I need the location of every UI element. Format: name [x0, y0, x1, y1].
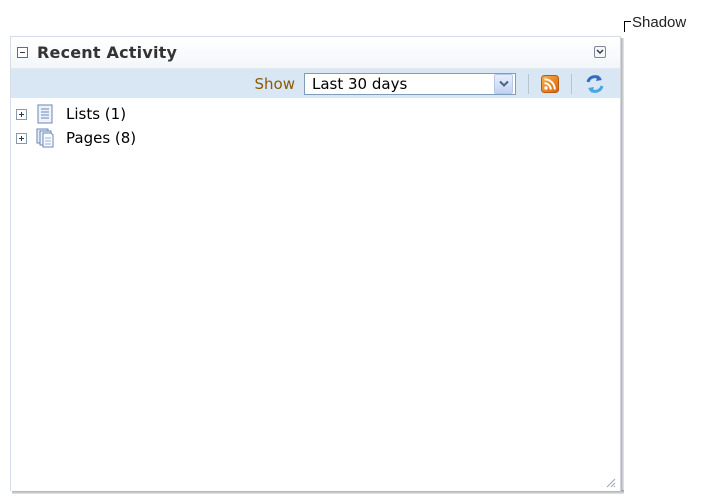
date-range-value: Last 30 days [312, 74, 408, 93]
chevron-down-icon [596, 49, 604, 55]
rss-feed-icon[interactable] [541, 74, 559, 93]
dropdown-arrow-button[interactable] [494, 73, 513, 94]
activity-tree: Lists (1) Pages (8) [11, 98, 620, 150]
shadow-annotation-label: Shadow [632, 14, 687, 31]
show-label: Show [254, 74, 295, 93]
expand-plus-icon[interactable] [16, 108, 27, 120]
callout-marker [624, 21, 631, 32]
shadow-annotation: Shadow [624, 14, 686, 32]
list-document-icon [37, 104, 53, 124]
tree-item-label[interactable]: Pages (8) [66, 129, 136, 147]
chevron-down-icon [498, 80, 509, 87]
panel-toolbar: Show Last 30 days [11, 69, 620, 98]
tree-item-lists[interactable]: Lists (1) [11, 102, 620, 126]
tree-item-pages[interactable]: Pages (8) [11, 126, 620, 150]
toolbar-separator [528, 73, 529, 94]
pages-stack-icon [36, 128, 54, 148]
date-range-select[interactable]: Last 30 days [304, 72, 516, 95]
refresh-icon[interactable] [584, 73, 606, 95]
toolbar-separator [571, 73, 572, 94]
resize-grip-icon[interactable] [604, 476, 616, 488]
panel-menu-button[interactable] [594, 46, 606, 58]
panel-header: Recent Activity [11, 37, 620, 69]
panel-title: Recent Activity [37, 43, 178, 62]
minus-box-icon[interactable] [17, 47, 28, 58]
expand-plus-icon[interactable] [16, 132, 27, 144]
tree-item-label[interactable]: Lists (1) [66, 105, 126, 123]
recent-activity-panel: Recent Activity Show Last 30 days Lists … [10, 36, 621, 491]
